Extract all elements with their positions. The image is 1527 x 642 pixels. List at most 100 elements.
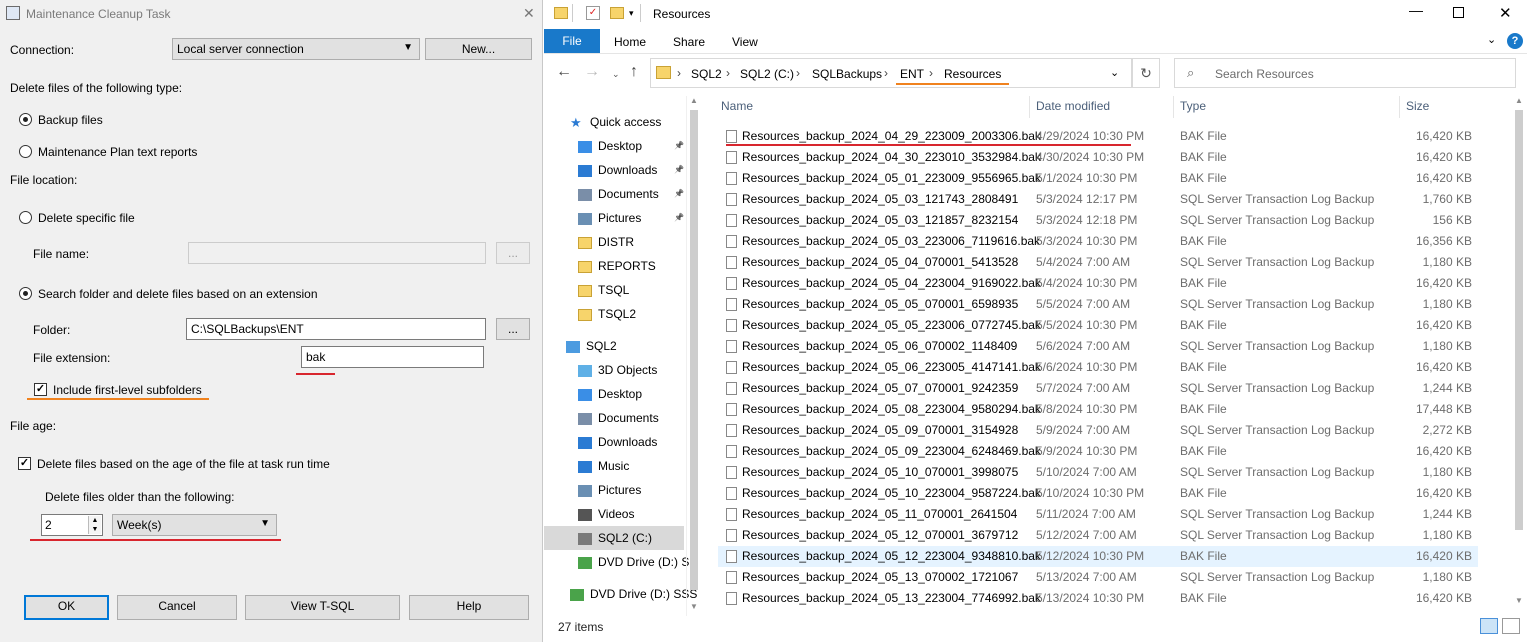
file-name: Resources_backup_2024_05_06_223005_41471…	[742, 360, 1041, 374]
file-icon	[726, 214, 737, 227]
file-type: SQL Server Transaction Log Backup	[1180, 381, 1375, 395]
file-name-input[interactable]	[188, 242, 486, 264]
folder-input[interactable]: C:\SQLBackups\ENT	[186, 318, 486, 340]
file-row[interactable]: Resources_backup_2024_05_03_121743_28084…	[718, 189, 1478, 210]
details-view-icon[interactable]	[1480, 618, 1498, 634]
file-icon	[726, 508, 737, 521]
file-row[interactable]: Resources_backup_2024_05_09_070001_31549…	[718, 420, 1478, 441]
file-row[interactable]: Resources_backup_2024_05_05_070001_65989…	[718, 294, 1478, 315]
file-icon	[726, 130, 737, 143]
file-row[interactable]: Resources_backup_2024_05_05_223006_07727…	[718, 315, 1478, 336]
include-subfolders-checkbox[interactable]: ✓	[34, 383, 47, 396]
file-row[interactable]: Resources_backup_2024_05_04_070001_54135…	[718, 252, 1478, 273]
file-icon	[726, 403, 737, 416]
file-row[interactable]: Resources_backup_2024_05_07_070001_92423…	[718, 378, 1478, 399]
file-row[interactable]: Resources_backup_2024_05_09_223004_62484…	[718, 441, 1478, 462]
red-underline	[726, 144, 1131, 146]
file-row[interactable]: Resources_backup_2024_05_03_223006_71196…	[718, 231, 1478, 252]
file-type: BAK File	[1180, 444, 1227, 458]
file-name: Resources_backup_2024_05_03_223006_71196…	[742, 234, 1041, 248]
file-row[interactable]: Resources_backup_2024_05_12_070001_36797…	[718, 525, 1478, 546]
file-icon	[726, 424, 737, 437]
age-unit-select[interactable]: Week(s) ▼	[112, 514, 277, 536]
red-underline	[296, 373, 335, 375]
ok-button[interactable]: OK	[24, 595, 109, 620]
file-date: 5/3/2024 12:18 PM	[1036, 213, 1138, 227]
file-type: SQL Server Transaction Log Backup	[1180, 192, 1375, 206]
file-type: BAK File	[1180, 234, 1227, 248]
file-location-heading: File location:	[10, 173, 78, 187]
close-icon[interactable]: ✕	[523, 5, 535, 22]
file-row[interactable]: Resources_backup_2024_05_13_223004_77469…	[718, 588, 1478, 609]
file-row[interactable]: Resources_backup_2024_04_30_223010_35329…	[718, 147, 1478, 168]
file-type: SQL Server Transaction Log Backup	[1180, 465, 1375, 479]
file-name-browse-button[interactable]: ...	[496, 242, 530, 264]
file-scrollbar[interactable]: ▲ ▼	[1511, 96, 1527, 611]
file-scroll-thumb[interactable]	[1515, 110, 1523, 530]
file-age-heading: File age:	[10, 419, 57, 433]
file-date: 5/7/2024 7:00 AM	[1036, 381, 1131, 395]
file-type: BAK File	[1180, 276, 1227, 290]
age-value: 2	[45, 518, 52, 532]
connection-label: Connection:	[10, 43, 75, 57]
file-icon	[726, 172, 737, 185]
file-name: Resources_backup_2024_05_12_070001_36797…	[742, 528, 1019, 542]
search-folder-radio[interactable]	[19, 287, 32, 300]
file-type: BAK File	[1180, 150, 1227, 164]
file-type: SQL Server Transaction Log Backup	[1180, 213, 1375, 227]
maintenance-cleanup-dialog: Maintenance Cleanup Task ✕ Connection: L…	[0, 0, 543, 642]
file-icon	[726, 466, 737, 479]
folder-label: Folder:	[33, 323, 71, 337]
file-row[interactable]: Resources_backup_2024_05_06_223005_41471…	[718, 357, 1478, 378]
file-date: 4/30/2024 10:30 PM	[1036, 150, 1145, 164]
scroll-down-icon: ▼	[1515, 596, 1523, 605]
file-row[interactable]: Resources_backup_2024_05_10_223004_95872…	[718, 483, 1478, 504]
file-type: SQL Server Transaction Log Backup	[1180, 297, 1375, 311]
help-button[interactable]: Help	[409, 595, 529, 620]
file-name: Resources_backup_2024_05_03_121743_28084…	[742, 192, 1019, 206]
file-row[interactable]: Resources_backup_2024_05_10_070001_39980…	[718, 462, 1478, 483]
file-list: Resources_backup_2024_04_29_223009_20033…	[544, 0, 1504, 620]
dialog-title: Maintenance Cleanup Task	[26, 7, 171, 21]
view-tsql-button[interactable]: View T-SQL	[245, 595, 400, 620]
age-unit-value: Week(s)	[117, 518, 162, 532]
file-row[interactable]: Resources_backup_2024_05_12_223004_93488…	[718, 546, 1478, 567]
delete-specific-radio[interactable]	[19, 211, 32, 224]
file-row[interactable]: Resources_backup_2024_05_13_070002_17210…	[718, 567, 1478, 588]
connection-select[interactable]: Local server connection ▼	[172, 38, 420, 60]
delete-age-checkbox[interactable]: ✓	[18, 457, 31, 470]
file-row[interactable]: Resources_backup_2024_05_11_070001_26415…	[718, 504, 1478, 525]
file-row[interactable]: Resources_backup_2024_05_01_223009_95569…	[718, 168, 1478, 189]
extension-label: File extension:	[33, 351, 111, 365]
backup-files-radio[interactable]	[19, 113, 32, 126]
file-row[interactable]: Resources_backup_2024_05_08_223004_95802…	[718, 399, 1478, 420]
extension-input[interactable]: bak	[301, 346, 484, 368]
help-icon[interactable]: ?	[1507, 33, 1523, 49]
file-row[interactable]: Resources_backup_2024_05_03_121857_82321…	[718, 210, 1478, 231]
item-count: 27 items	[558, 620, 604, 634]
file-size: 1,180 KB	[1422, 255, 1472, 269]
maintenance-reports-radio[interactable]	[19, 145, 32, 158]
file-date: 5/5/2024 10:30 PM	[1036, 318, 1138, 332]
age-value-stepper[interactable]: 2 ▲ ▼	[41, 514, 103, 536]
large-icons-view-icon[interactable]	[1502, 618, 1520, 634]
file-type: SQL Server Transaction Log Backup	[1180, 528, 1375, 542]
task-icon	[6, 6, 20, 20]
file-date: 5/13/2024 10:30 PM	[1036, 591, 1145, 605]
file-size: 156 KB	[1432, 213, 1472, 227]
file-row[interactable]: Resources_backup_2024_05_06_070002_11484…	[718, 336, 1478, 357]
spinner-arrows-icon[interactable]: ▲ ▼	[88, 516, 101, 534]
file-type: BAK File	[1180, 549, 1227, 563]
file-name-label: File name:	[33, 247, 90, 261]
file-date: 5/9/2024 7:00 AM	[1036, 423, 1131, 437]
folder-browse-button[interactable]: ...	[496, 318, 530, 340]
file-row[interactable]: Resources_backup_2024_05_04_223004_91690…	[718, 273, 1478, 294]
file-size: 1,244 KB	[1422, 507, 1472, 521]
file-name: Resources_backup_2024_05_04_223004_91690…	[742, 276, 1041, 290]
cancel-button[interactable]: Cancel	[117, 595, 237, 620]
file-name: Resources_backup_2024_05_10_070001_39980…	[742, 465, 1019, 479]
file-type: BAK File	[1180, 129, 1227, 143]
file-size: 2,272 KB	[1422, 423, 1472, 437]
file-icon	[726, 277, 737, 290]
new-connection-button[interactable]: New...	[425, 38, 532, 60]
